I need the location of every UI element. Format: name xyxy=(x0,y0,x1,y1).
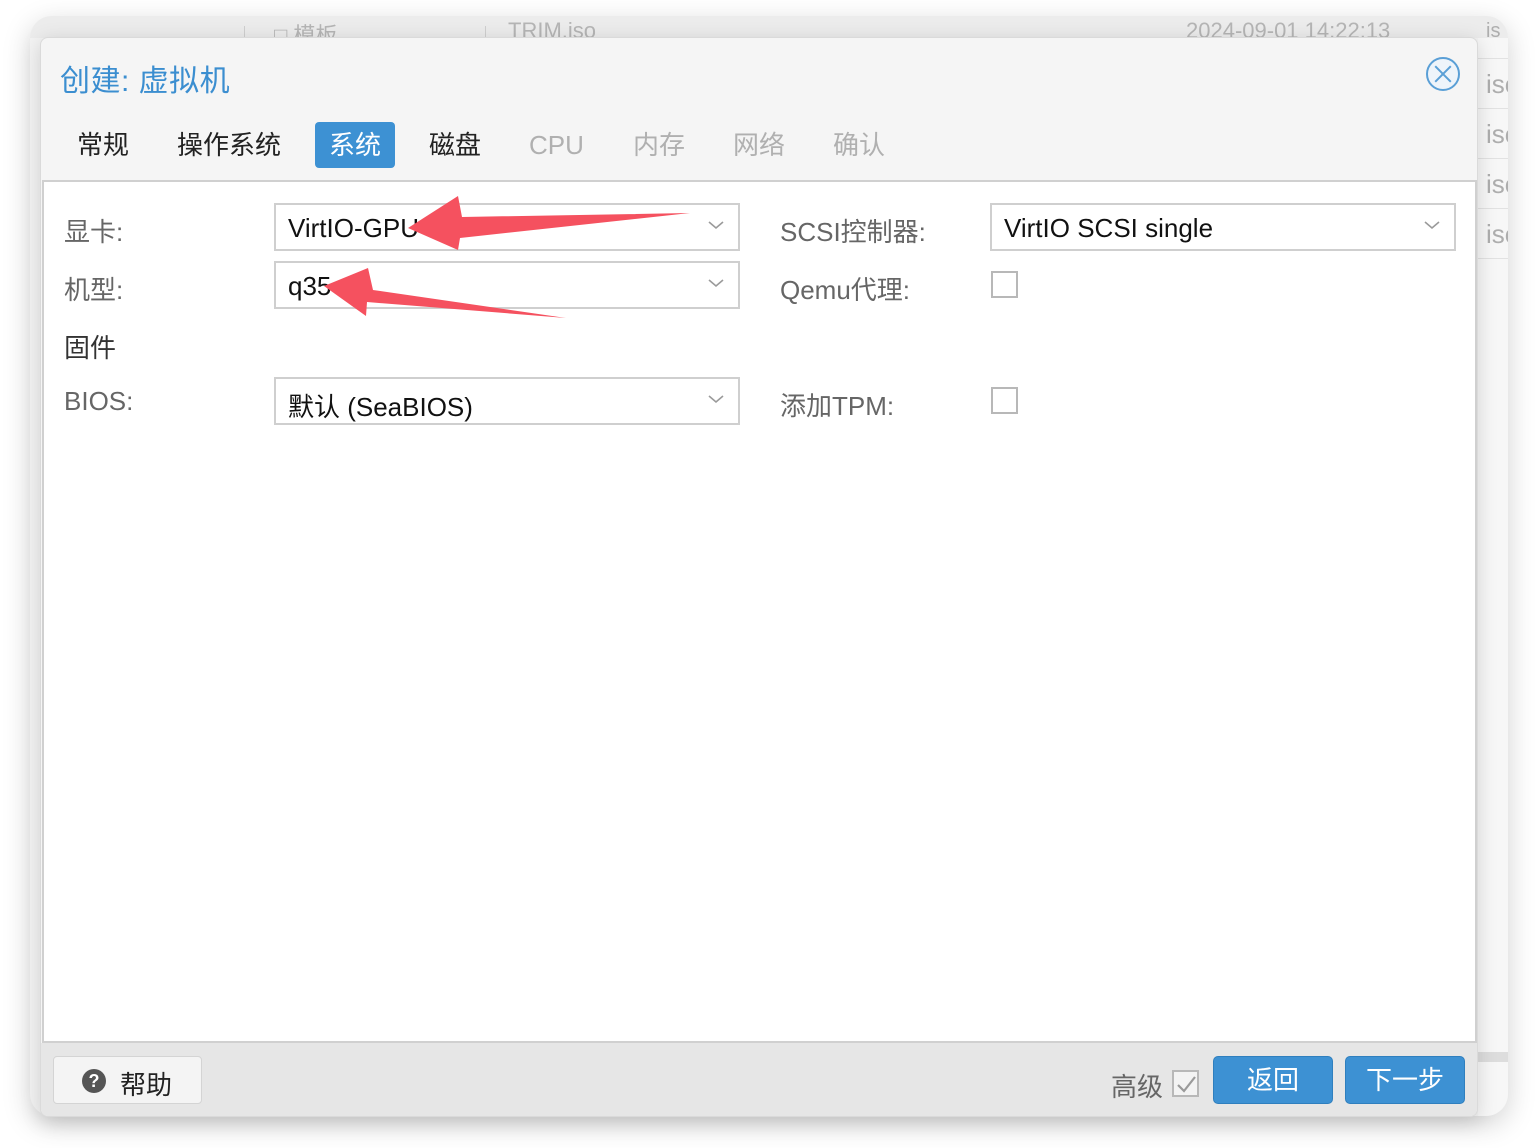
row-divider xyxy=(1478,58,1508,59)
graphics-card-value: VirtIO-GPU xyxy=(288,213,419,243)
help-button[interactable]: ? 帮助 xyxy=(53,1056,202,1104)
advanced-checkbox[interactable] xyxy=(1172,1070,1199,1097)
row-divider xyxy=(1478,108,1508,109)
machine-select[interactable]: q35 xyxy=(274,261,740,309)
firmware-section-heading: 固件 xyxy=(64,333,117,363)
advanced-label: 高级 xyxy=(1111,1072,1164,1102)
scsi-controller-select[interactable]: VirtIO SCSI single xyxy=(990,203,1456,251)
chevron-down-icon xyxy=(1424,221,1440,230)
scsi-controller-label: SCSI控制器: xyxy=(780,217,926,247)
add-tpm-label: 添加TPM: xyxy=(780,391,895,421)
tab-os[interactable]: 操作系统 xyxy=(163,122,295,168)
background-right-cell: is xyxy=(1486,20,1501,42)
help-circle-icon: ? xyxy=(82,1069,106,1093)
checkmark-icon xyxy=(1177,1076,1196,1093)
bios-value: 默认 (SeaBIOS) xyxy=(288,392,473,422)
bios-label: BIOS: xyxy=(64,386,134,416)
background-scroll-strip xyxy=(1478,1052,1508,1062)
background-right-cell: iso xyxy=(1486,69,1508,99)
close-icon[interactable] xyxy=(1426,57,1460,91)
qemu-agent-checkbox[interactable] xyxy=(991,271,1018,298)
back-button[interactable]: 返回 xyxy=(1213,1056,1333,1104)
add-tpm-checkbox[interactable] xyxy=(991,387,1018,414)
chevron-down-icon xyxy=(708,221,724,230)
tab-confirm: 确认 xyxy=(833,130,886,160)
chevron-down-icon xyxy=(708,279,724,288)
machine-label: 机型: xyxy=(64,275,124,305)
dialog-footer: ? 帮助 高级 返回 下一步 xyxy=(41,1043,1477,1116)
create-vm-dialog: 创建: 虚拟机 常规 操作系统 系统 磁盘 CPU 内存 网络 确认 显卡: V… xyxy=(40,37,1478,1117)
graphics-card-select[interactable]: VirtIO-GPU xyxy=(274,203,740,251)
scsi-controller-value: VirtIO SCSI single xyxy=(1004,213,1214,243)
next-button[interactable]: 下一步 xyxy=(1345,1056,1465,1104)
tab-cpu: CPU xyxy=(529,130,584,160)
tab-system[interactable]: 系统 xyxy=(315,122,396,168)
tab-network: 网络 xyxy=(733,130,786,160)
wizard-tabs: 常规 操作系统 系统 磁盘 CPU 内存 网络 确认 xyxy=(41,120,1477,180)
qemu-agent-label: Qemu代理: xyxy=(780,275,911,305)
graphics-card-label: 显卡: xyxy=(64,217,124,247)
row-divider xyxy=(1478,208,1508,209)
machine-value: q35 xyxy=(288,271,332,301)
background-right-cell: iso xyxy=(1486,119,1508,149)
background-right-cell: iso xyxy=(1486,169,1508,199)
background-right-cell: iso xyxy=(1486,219,1508,249)
chevron-down-icon xyxy=(708,395,724,404)
system-form-panel: 显卡: VirtIO-GPU 机型: q35 固件 BIOS: 默认 (SeaB… xyxy=(42,180,1477,1043)
tab-disks[interactable]: 磁盘 xyxy=(415,122,495,168)
tab-general[interactable]: 常规 xyxy=(63,122,143,168)
row-divider xyxy=(1478,258,1508,259)
tab-memory: 内存 xyxy=(633,130,686,160)
dialog-header: 创建: 虚拟机 xyxy=(41,38,1477,110)
dialog-title: 创建: 虚拟机 xyxy=(60,65,231,98)
help-label: 帮助 xyxy=(120,1070,173,1100)
bios-select[interactable]: 默认 (SeaBIOS) xyxy=(274,377,740,425)
row-divider xyxy=(1478,158,1508,159)
